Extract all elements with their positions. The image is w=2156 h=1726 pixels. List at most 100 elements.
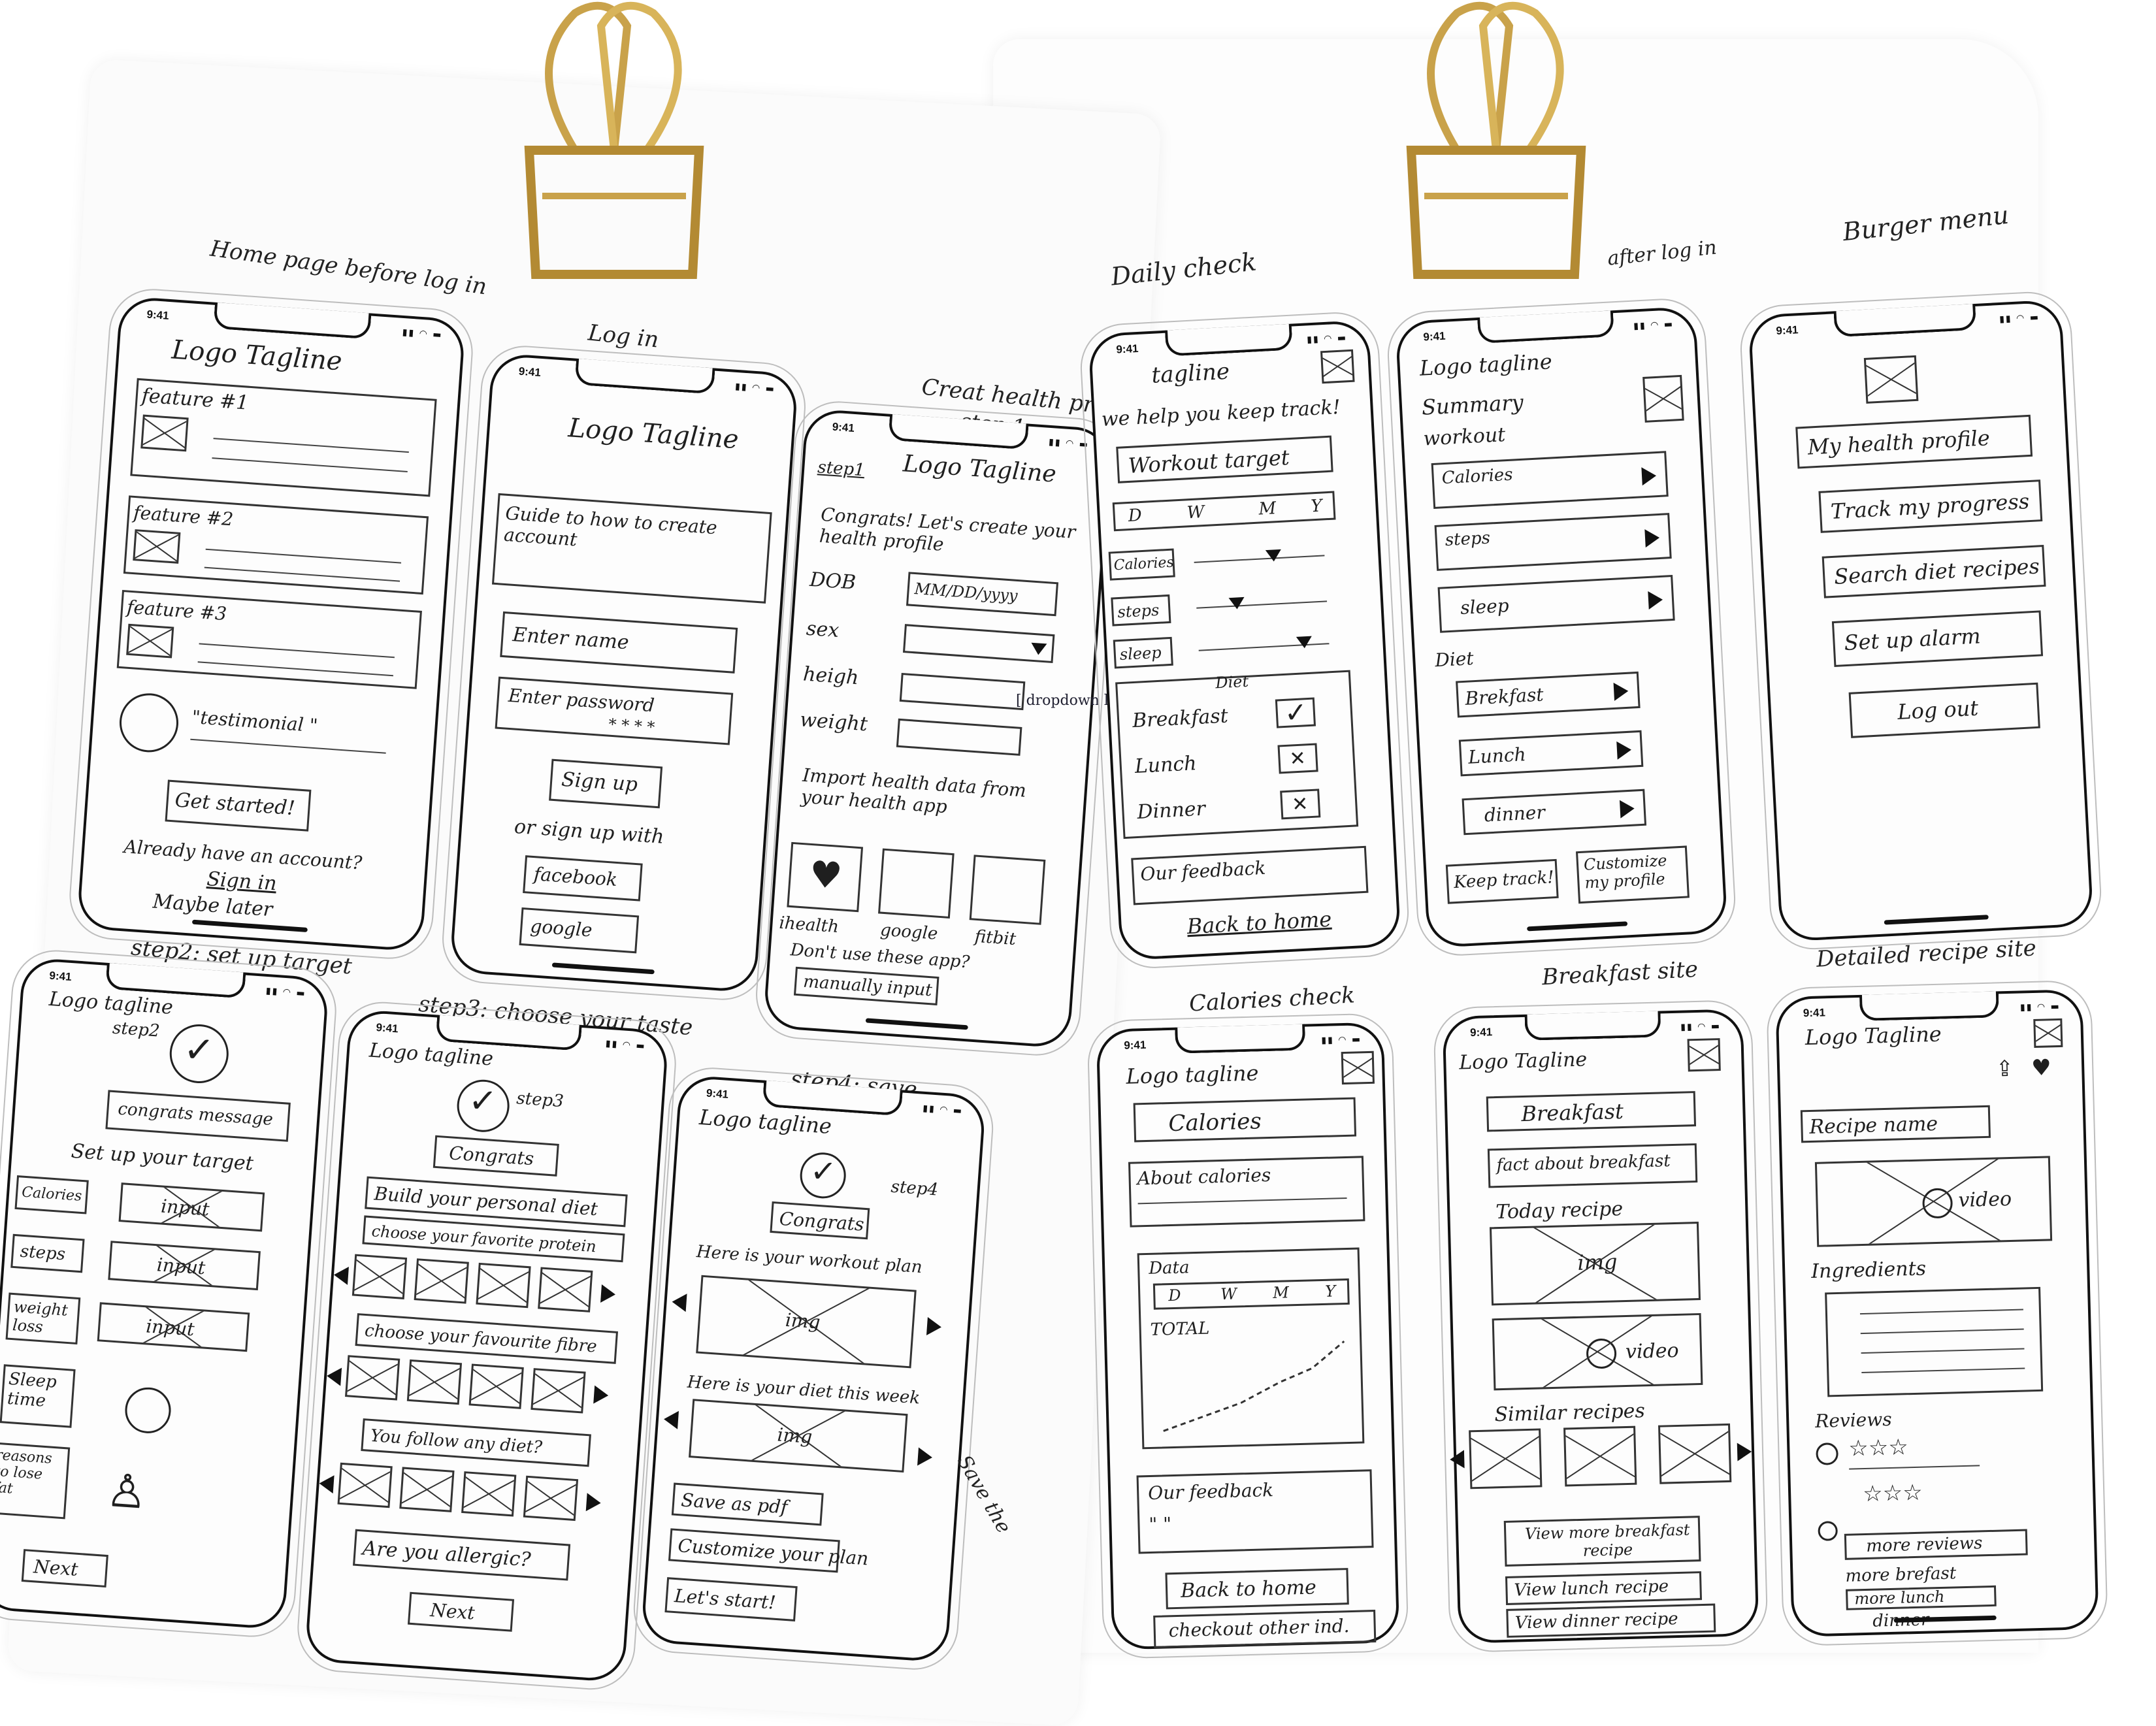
image-placeholder[interactable] xyxy=(337,1462,393,1508)
play-icon xyxy=(1619,799,1635,819)
facebook-button[interactable]: facebook xyxy=(523,855,643,902)
chevron-left-icon[interactable] xyxy=(663,1410,679,1429)
google-button[interactable]: google xyxy=(519,907,640,954)
close-icon[interactable] xyxy=(1341,1050,1375,1085)
tab-month[interactable]: M xyxy=(1273,1283,1289,1302)
recipe-name-box: Recipe name xyxy=(1800,1105,1991,1143)
image-placeholder[interactable] xyxy=(468,1363,524,1409)
get-started-label: Get started! xyxy=(174,789,296,821)
image-placeholder[interactable] xyxy=(345,1355,400,1401)
chevron-right-icon[interactable] xyxy=(917,1447,933,1467)
diet-panel: Diet Breakfast ✓ Lunch ✕ Dinner ✕ xyxy=(1115,670,1359,839)
recipe-video[interactable]: video xyxy=(1814,1156,2053,1247)
chevron-right-icon[interactable] xyxy=(926,1317,942,1337)
google-fit-icon[interactable] xyxy=(878,848,955,919)
dinner-recipe-button[interactable]: View dinner recipe xyxy=(1506,1603,1716,1638)
weight-label: weight xyxy=(799,708,868,736)
tab-week[interactable]: W xyxy=(1220,1284,1237,1303)
chevron-right-icon[interactable] xyxy=(585,1493,602,1512)
step-label: step1 xyxy=(817,457,866,481)
lunch-recipe-button[interactable]: View lunch recipe xyxy=(1505,1571,1703,1605)
chevron-left-icon[interactable] xyxy=(326,1367,342,1386)
tab-week[interactable]: W xyxy=(1186,502,1205,523)
status-icons: ▮▮ ◠ ▬ xyxy=(1321,1034,1362,1046)
reviews-label: Reviews xyxy=(1814,1408,1893,1432)
feature-card-1[interactable]: feature #1 xyxy=(130,378,437,497)
favorite-heart-icon[interactable]: ♥ xyxy=(2031,1054,2052,1081)
tab-year[interactable]: Y xyxy=(1325,1282,1336,1300)
image-placeholder[interactable] xyxy=(476,1262,531,1309)
recipe-video[interactable]: video xyxy=(1492,1312,1703,1391)
image-placeholder xyxy=(1642,374,1684,423)
calories-label-box: Calories xyxy=(14,1175,89,1214)
close-icon[interactable] xyxy=(1687,1038,1721,1072)
diet-label: Diet xyxy=(1434,647,1475,672)
share-icon[interactable]: ⇪ xyxy=(1995,1056,2015,1083)
meal-checkbox[interactable]: ✕ xyxy=(1280,789,1321,820)
fitbit-icon[interactable] xyxy=(969,855,1046,925)
feature-label: feature #1 xyxy=(140,384,250,415)
image-placeholder xyxy=(126,623,174,659)
slider-handle-icon[interactable] xyxy=(1265,549,1282,562)
chevron-left-icon[interactable] xyxy=(1449,1450,1465,1469)
tab-day[interactable]: D xyxy=(1168,1286,1181,1305)
chevron-left-icon[interactable] xyxy=(333,1265,349,1285)
sign-up-button[interactable]: Sign up xyxy=(549,758,663,809)
reasons-box: reasons to lose fat xyxy=(0,1442,71,1520)
image-placeholder[interactable] xyxy=(399,1467,455,1512)
chevron-left-icon[interactable] xyxy=(671,1292,687,1312)
customize-profile-button[interactable]: Customize my profile xyxy=(1575,845,1690,904)
close-icon[interactable] xyxy=(2033,1018,2063,1048)
checkout-other-button[interactable]: checkout other ind. xyxy=(1153,1610,1377,1648)
tab-year[interactable]: Y xyxy=(1311,497,1323,517)
tab-month[interactable]: M xyxy=(1258,498,1277,519)
status-time: 9:41 xyxy=(706,1086,729,1101)
meal-checkbox[interactable]: ✕ xyxy=(1277,743,1318,774)
chevron-right-icon[interactable] xyxy=(600,1284,616,1304)
ihealth-icon[interactable]: ♥ xyxy=(787,841,864,913)
after-login-phone: 9:41 ▮▮ ◠ ▬ Logo tagline Summary workout… xyxy=(1385,296,1738,958)
image-placeholder[interactable] xyxy=(1563,1425,1637,1487)
recipe-image[interactable]: img xyxy=(1489,1222,1701,1306)
image-placeholder[interactable] xyxy=(523,1475,579,1522)
status-time: 9:41 xyxy=(1803,1006,1826,1020)
rating-stars: ☆☆☆ xyxy=(1862,1479,1923,1508)
image-placeholder[interactable] xyxy=(1469,1428,1543,1490)
tab-day[interactable]: D xyxy=(1128,506,1142,526)
image-placeholder[interactable] xyxy=(351,1254,408,1300)
steps-row-label: steps xyxy=(1111,594,1171,627)
next-button[interactable]: Next xyxy=(21,1549,108,1588)
manual-input-label: manually input xyxy=(802,971,933,1001)
more-breakfast-link[interactable]: more brefast xyxy=(1845,1563,1956,1586)
close-icon[interactable] xyxy=(1320,349,1355,384)
status-time: 9:41 xyxy=(146,308,170,322)
play-icon xyxy=(1644,528,1660,548)
slider-handle-icon[interactable] xyxy=(1296,636,1313,649)
about-calories-card: About calories xyxy=(1128,1156,1365,1228)
status-icons: ▮▮ ◠ ▬ xyxy=(1306,333,1348,346)
close-icon[interactable] xyxy=(1863,355,1919,404)
chevron-left-icon[interactable] xyxy=(318,1474,335,1494)
keep-track-button[interactable]: Keep track! xyxy=(1445,858,1559,904)
image-placeholder[interactable] xyxy=(531,1368,586,1414)
image-placeholder[interactable] xyxy=(538,1267,593,1312)
slider-handle-icon[interactable] xyxy=(1228,596,1245,610)
image-placeholder[interactable] xyxy=(406,1359,463,1405)
image-placeholder[interactable] xyxy=(461,1471,517,1517)
name-placeholder: Enter name xyxy=(512,623,630,655)
save-phone: 9:41 ▮▮ ◠ ▬ Logo tagline ✓ step4 Congrat… xyxy=(630,1064,996,1673)
target-phone: 9:41 ▮▮ ◠ ▬ Logo tagline step2 ✓ congrat… xyxy=(0,947,340,1640)
chevron-right-icon[interactable] xyxy=(593,1385,610,1405)
breakfast-header: Breakfast xyxy=(1486,1091,1697,1132)
chevron-down-icon xyxy=(1030,642,1047,656)
chevron-right-icon[interactable] xyxy=(1737,1442,1752,1461)
meal-checkbox[interactable]: ✓ xyxy=(1275,696,1316,729)
more-lunch-button[interactable]: more lunch xyxy=(1846,1585,1997,1610)
ingredients-list xyxy=(1825,1286,2044,1397)
image-placeholder[interactable] xyxy=(414,1258,469,1304)
sign-in-link[interactable]: Sign in xyxy=(206,868,277,895)
more-reviews-button[interactable]: more reviews xyxy=(1844,1529,2028,1560)
more-breakfast-button[interactable]: View more breakfast recipe xyxy=(1503,1516,1701,1567)
back-to-home-button[interactable]: Back to home xyxy=(1165,1568,1349,1610)
image-placeholder[interactable] xyxy=(1658,1423,1732,1484)
